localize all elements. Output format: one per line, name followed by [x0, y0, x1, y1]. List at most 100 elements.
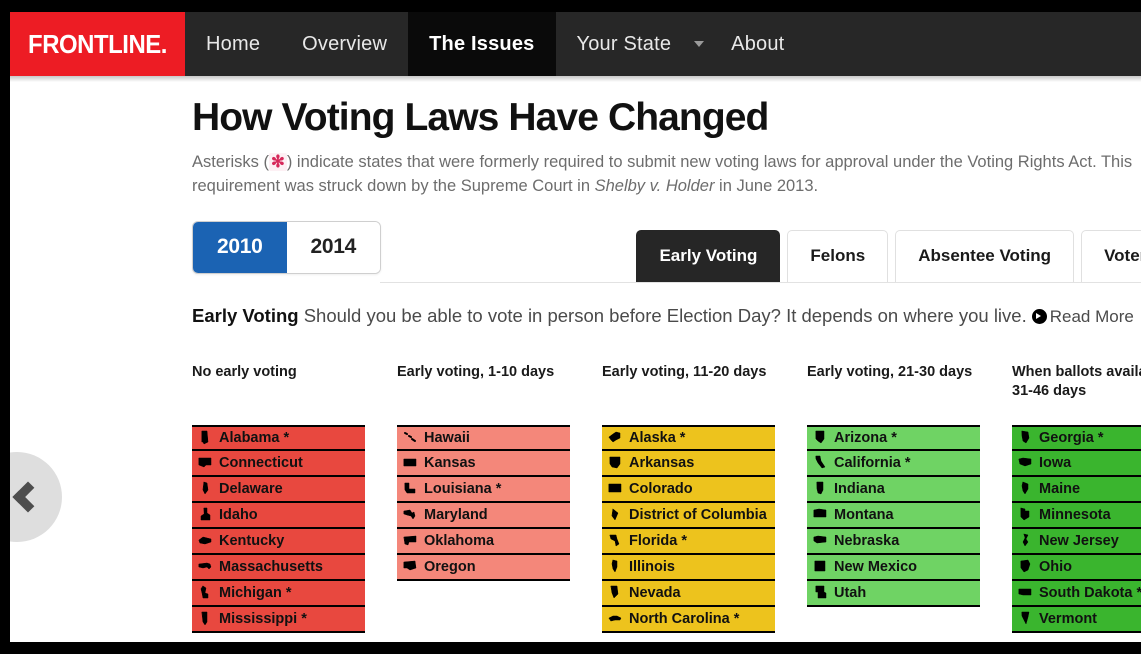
state-row[interactable]: Alabama * — [192, 424, 365, 451]
state-row[interactable]: Louisiana * — [397, 476, 570, 503]
controls-row: 2010 2014 Early Voting Felons Absentee Voti… — [10, 220, 1141, 283]
tab-felons[interactable]: Felons — [787, 229, 889, 282]
state-shape-florida-icon — [608, 533, 622, 548]
arrow-right-circle-icon — [1031, 308, 1047, 324]
state-list: Hawaii Kansas Louisiana * Maryland Oklahoma O… — [397, 424, 570, 581]
topic-name: Early Voting — [192, 304, 299, 326]
tab-voter-id[interactable]: Voter ID — [1081, 229, 1141, 282]
state-shape-arizona-icon — [813, 430, 827, 445]
state-column-3: Early voting, 11-20 days Alaska * Arkansas… — [602, 363, 807, 633]
state-row[interactable]: Kentucky — [192, 528, 365, 555]
state-row[interactable]: Delaware — [192, 476, 365, 503]
state-row[interactable]: Oregon — [397, 554, 570, 581]
year-button-label: 2014 — [310, 234, 357, 258]
state-column-4: Early voting, 21-30 days Arizona * Califor… — [807, 363, 1012, 633]
state-name: Florida * — [629, 532, 688, 549]
column-header: Early voting, 1-10 days — [397, 363, 555, 380]
state-name: Nebraska — [834, 532, 900, 549]
year-button-2014[interactable]: 2014 — [286, 221, 381, 273]
nav-item-label: Overview — [302, 32, 388, 55]
subtitle-text-3: in June 2013. — [714, 176, 819, 195]
state-name: Iowa — [1039, 454, 1072, 471]
state-row[interactable]: Nevada — [602, 580, 775, 607]
state-name: New Jersey — [1039, 532, 1119, 549]
nav-item-the-issues[interactable]: The Issues — [408, 12, 556, 76]
nav-item-overview[interactable]: Overview — [281, 12, 408, 76]
state-shape-arkansas-icon — [608, 455, 622, 470]
tab-early-voting[interactable]: Early Voting — [636, 229, 781, 282]
page-viewport: FRONTLINE. Home Overview The Issues Your St… — [10, 12, 1141, 642]
state-shape-california-icon — [813, 455, 827, 470]
state-row[interactable]: Iowa — [1012, 450, 1141, 477]
state-row[interactable]: Montana — [807, 502, 980, 529]
state-shape-dc-icon — [608, 507, 622, 522]
state-name: Arkansas — [629, 454, 695, 471]
nav-item-label: Your State — [576, 32, 672, 55]
state-row[interactable]: Maryland — [397, 502, 570, 529]
read-more-link[interactable]: Read More — [1050, 307, 1134, 326]
tab-absentee-voting[interactable]: Absentee Voting — [895, 229, 1075, 282]
state-name: Nevada — [629, 584, 681, 601]
state-row[interactable]: Connecticut — [192, 450, 365, 477]
state-row[interactable]: Florida * — [602, 528, 775, 555]
state-row[interactable]: California * — [807, 450, 980, 477]
tab-label: Felons — [810, 245, 866, 265]
state-row[interactable]: Illinois — [602, 554, 775, 581]
chevron-down-icon[interactable] — [692, 12, 710, 76]
state-name: Ohio — [1039, 558, 1073, 575]
nav-item-label: About — [731, 32, 785, 55]
state-row[interactable]: Indiana — [807, 476, 980, 503]
state-row[interactable]: Mississippi * — [192, 606, 365, 633]
state-row[interactable]: Arizona * — [807, 424, 980, 451]
year-button-2010[interactable]: 2010 — [193, 221, 287, 273]
state-row[interactable]: Hawaii — [397, 424, 570, 451]
state-shape-maryland-icon — [403, 507, 417, 522]
state-row[interactable]: New Jersey — [1012, 528, 1141, 555]
state-shape-minnesota-icon — [1018, 507, 1032, 522]
state-row[interactable]: Nebraska — [807, 528, 980, 555]
state-row[interactable]: Ohio — [1012, 554, 1141, 581]
state-shape-vermont-icon — [1018, 611, 1032, 626]
state-row[interactable]: North Carolina * — [602, 606, 775, 633]
nav-item-label: Home — [206, 32, 261, 55]
state-shape-new-jersey-icon — [1018, 533, 1032, 548]
subtitle-text-1: Asterisks ( — [192, 152, 270, 171]
state-shape-nevada-icon — [608, 585, 622, 600]
state-row[interactable]: Minnesota — [1012, 502, 1141, 529]
state-row[interactable]: Vermont — [1012, 606, 1141, 633]
state-columns: No early voting Alabama * Connecticut Delaw… — [10, 363, 1141, 633]
state-row[interactable]: Massachusetts — [192, 554, 365, 581]
state-row[interactable]: District of Columbia — [602, 502, 775, 529]
state-name: Idaho — [219, 506, 258, 523]
state-name: South Dakota * — [1039, 584, 1141, 601]
state-name: Illinois — [629, 558, 675, 575]
state-shape-maine-icon — [1018, 481, 1032, 496]
frontline-logo[interactable]: FRONTLINE. — [10, 12, 185, 76]
state-row[interactable]: Oklahoma — [397, 528, 570, 555]
nav-item-home[interactable]: Home — [185, 12, 281, 76]
state-row[interactable]: Alaska * — [602, 424, 775, 451]
state-name: Arizona * — [834, 429, 897, 446]
state-row[interactable]: Colorado — [602, 476, 775, 503]
state-shape-illinois-icon — [608, 559, 622, 574]
state-name: Utah — [834, 584, 867, 601]
state-row[interactable]: Kansas — [397, 450, 570, 477]
state-row[interactable]: New Mexico — [807, 554, 980, 581]
state-row[interactable]: South Dakota * — [1012, 580, 1141, 607]
state-row[interactable]: Georgia * — [1012, 424, 1141, 451]
state-row[interactable]: Maine — [1012, 476, 1141, 503]
state-row[interactable]: Michigan * — [192, 580, 365, 607]
nav-item-your-state[interactable]: Your State — [556, 12, 693, 76]
nav-item-label: The Issues — [429, 32, 535, 55]
state-name: Oklahoma — [424, 532, 495, 549]
topic-text: Should you be able to vote in person bef… — [298, 304, 1027, 326]
state-row[interactable]: Utah — [807, 580, 980, 607]
state-row[interactable]: Arkansas — [602, 450, 775, 477]
state-shape-oklahoma-icon — [403, 533, 417, 548]
state-row[interactable]: Idaho — [192, 502, 365, 529]
subtitle-case-name: Shelby v. Holder — [594, 176, 715, 195]
state-shape-new-mexico-icon — [813, 559, 827, 574]
state-name: North Carolina * — [629, 610, 740, 627]
state-name: Delaware — [219, 480, 283, 497]
nav-item-about[interactable]: About — [710, 12, 805, 76]
